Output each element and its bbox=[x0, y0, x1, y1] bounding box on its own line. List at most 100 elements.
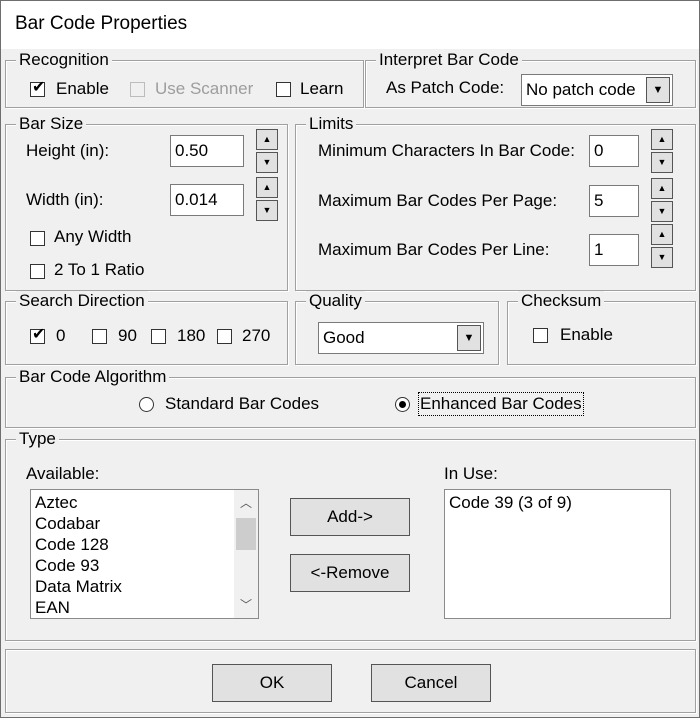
chevron-down-icon[interactable]: ▼ bbox=[646, 77, 670, 103]
max-page-input[interactable]: 5 bbox=[589, 185, 639, 217]
bar-size-group: Bar Size Height (in): 0.50 ▲ ▼ Width (in… bbox=[5, 114, 288, 291]
max-line-value: 1 bbox=[594, 240, 604, 259]
width-spinner[interactable]: ▲ ▼ bbox=[256, 177, 278, 221]
min-chars-input[interactable]: 0 bbox=[589, 135, 639, 167]
direction-90-checkbox[interactable] bbox=[92, 329, 107, 344]
dialog-window: Bar Code Properties Recognition ✔ Enable… bbox=[0, 0, 700, 718]
learn-checkbox[interactable] bbox=[276, 82, 291, 97]
use-scanner-checkbox[interactable] bbox=[130, 82, 145, 97]
patch-code-label: As Patch Code: bbox=[386, 78, 505, 97]
available-list[interactable]: Aztec Codabar Code 128 Code 93 Data Matr… bbox=[30, 489, 259, 619]
quality-group: Quality Good ▼ bbox=[295, 291, 499, 365]
type-legend: Type bbox=[16, 429, 59, 449]
checksum-group: Checksum Enable bbox=[507, 291, 696, 365]
list-item[interactable]: Aztec bbox=[35, 492, 78, 513]
max-line-spinner[interactable]: ▲ ▼ bbox=[651, 224, 673, 268]
quality-select[interactable]: Good ▼ bbox=[318, 322, 484, 354]
spin-down-icon[interactable]: ▼ bbox=[256, 200, 278, 221]
list-item[interactable]: Code 39 (3 of 9) bbox=[449, 492, 572, 513]
limits-legend: Limits bbox=[306, 114, 357, 134]
spin-up-icon[interactable]: ▲ bbox=[256, 129, 278, 150]
available-scrollbar[interactable]: ︿ ﹀ bbox=[234, 490, 258, 618]
ok-button[interactable]: OK bbox=[212, 664, 332, 702]
radio-dot bbox=[399, 401, 406, 408]
list-item[interactable]: EAN bbox=[35, 597, 70, 618]
use-scanner-label: Use Scanner bbox=[155, 79, 254, 98]
recognition-enable-checkbox[interactable]: ✔ bbox=[30, 79, 46, 97]
spin-down-icon[interactable]: ▼ bbox=[256, 152, 278, 173]
title-bar: Bar Code Properties bbox=[1, 1, 699, 49]
scroll-up-icon[interactable]: ︿ bbox=[234, 492, 258, 514]
remove-button[interactable]: <-Remove bbox=[290, 554, 410, 592]
enhanced-radio[interactable] bbox=[395, 397, 410, 412]
width-input[interactable]: 0.014 bbox=[170, 184, 244, 216]
standard-label[interactable]: Standard Bar Codes bbox=[165, 394, 319, 414]
type-group: Type Available: Aztec Codabar Code 128 C… bbox=[5, 429, 696, 641]
search-direction-legend: Search Direction bbox=[16, 291, 148, 311]
in-use-list[interactable]: Code 39 (3 of 9) bbox=[444, 489, 671, 619]
recognition-enable-label[interactable]: Enable bbox=[56, 79, 109, 99]
spin-up-icon[interactable]: ▲ bbox=[651, 224, 673, 245]
spin-down-icon[interactable]: ▼ bbox=[651, 247, 673, 268]
checksum-enable-label[interactable]: Enable bbox=[560, 325, 613, 345]
two-to-one-checkbox[interactable] bbox=[30, 264, 45, 279]
min-chars-label: Minimum Characters In Bar Code: bbox=[318, 141, 575, 160]
search-direction-group: Search Direction ✔ 0 90 180 270 bbox=[5, 291, 288, 365]
min-chars-spinner[interactable]: ▲ ▼ bbox=[651, 129, 673, 173]
check-icon: ✔ bbox=[32, 79, 46, 96]
spin-down-icon[interactable]: ▼ bbox=[651, 152, 673, 173]
scroll-thumb[interactable] bbox=[236, 518, 256, 550]
direction-180-checkbox[interactable] bbox=[151, 329, 166, 344]
max-line-input[interactable]: 1 bbox=[589, 234, 639, 266]
bar-size-legend: Bar Size bbox=[16, 114, 87, 134]
max-line-label: Maximum Bar Codes Per Line: bbox=[318, 240, 550, 259]
direction-0-label[interactable]: 0 bbox=[56, 326, 65, 346]
check-icon: ✔ bbox=[32, 326, 46, 343]
chevron-down-icon[interactable]: ▼ bbox=[457, 325, 481, 351]
max-page-spinner[interactable]: ▲ ▼ bbox=[651, 178, 673, 222]
direction-90-label[interactable]: 90 bbox=[118, 326, 137, 346]
direction-270-checkbox[interactable] bbox=[217, 329, 232, 344]
height-spinner[interactable]: ▲ ▼ bbox=[256, 129, 278, 173]
algorithm-legend: Bar Code Algorithm bbox=[16, 367, 170, 387]
spin-down-icon[interactable]: ▼ bbox=[651, 201, 673, 222]
direction-180-label[interactable]: 180 bbox=[177, 326, 205, 346]
list-item[interactable]: Code 93 bbox=[35, 555, 99, 576]
min-chars-value: 0 bbox=[594, 141, 604, 160]
patch-code-value: No patch code bbox=[526, 80, 636, 99]
quality-legend: Quality bbox=[306, 291, 365, 311]
scroll-down-icon[interactable]: ﹀ bbox=[234, 594, 258, 616]
list-item[interactable]: Data Matrix bbox=[35, 576, 122, 597]
list-item[interactable]: Codabar bbox=[35, 513, 100, 534]
direction-0-checkbox[interactable]: ✔ bbox=[30, 326, 46, 344]
footer-panel: OK Cancel bbox=[5, 649, 696, 713]
interpret-legend: Interpret Bar Code bbox=[376, 50, 522, 70]
checksum-legend: Checksum bbox=[518, 291, 605, 311]
height-input[interactable]: 0.50 bbox=[170, 135, 244, 167]
patch-code-select[interactable]: No patch code ▼ bbox=[521, 74, 673, 106]
learn-label[interactable]: Learn bbox=[300, 79, 343, 99]
add-button[interactable]: Add-> bbox=[290, 498, 410, 536]
width-value: 0.014 bbox=[175, 190, 218, 209]
spin-up-icon[interactable]: ▲ bbox=[651, 129, 673, 150]
list-item[interactable]: Code 128 bbox=[35, 534, 109, 555]
cancel-button[interactable]: Cancel bbox=[371, 664, 491, 702]
in-use-label: In Use: bbox=[444, 464, 498, 483]
window-title: Bar Code Properties bbox=[15, 13, 188, 34]
algorithm-group: Bar Code Algorithm Standard Bar Codes En… bbox=[5, 367, 696, 428]
recognition-legend: Recognition bbox=[16, 50, 112, 70]
quality-value: Good bbox=[323, 328, 365, 347]
enhanced-label[interactable]: Enhanced Bar Codes bbox=[418, 392, 584, 416]
standard-radio[interactable] bbox=[139, 397, 154, 412]
direction-270-label[interactable]: 270 bbox=[242, 326, 270, 346]
spin-up-icon[interactable]: ▲ bbox=[651, 178, 673, 199]
any-width-checkbox[interactable] bbox=[30, 231, 45, 246]
spin-up-icon[interactable]: ▲ bbox=[256, 177, 278, 198]
two-to-one-label[interactable]: 2 To 1 Ratio bbox=[54, 260, 144, 280]
any-width-label[interactable]: Any Width bbox=[54, 227, 131, 247]
checksum-enable-checkbox[interactable] bbox=[533, 328, 548, 343]
height-label: Height (in): bbox=[26, 141, 110, 160]
width-label: Width (in): bbox=[26, 190, 104, 209]
limits-group: Limits Minimum Characters In Bar Code: 0… bbox=[295, 114, 696, 291]
height-value: 0.50 bbox=[175, 141, 209, 160]
